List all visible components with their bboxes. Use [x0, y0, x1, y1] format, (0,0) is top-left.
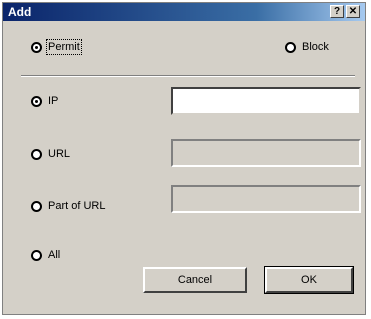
- radio-unselected-icon: [31, 249, 42, 261]
- help-button[interactable]: ?: [330, 5, 344, 18]
- radio-unselected-icon: [285, 41, 296, 53]
- title-bar: Add ? ✕: [3, 3, 365, 21]
- part-of-url-input[interactable]: [173, 187, 359, 211]
- url-label: URL: [48, 148, 71, 160]
- ip-radio[interactable]: IP: [31, 95, 58, 107]
- part-of-url-field[interactable]: [171, 185, 361, 213]
- radio-selected-icon: [31, 95, 42, 107]
- window-title: Add: [8, 5, 32, 19]
- add-dialog: Add ? ✕ Permit Block IP URL Part of URL …: [2, 2, 366, 315]
- all-label: All: [48, 249, 61, 261]
- ip-input[interactable]: [173, 89, 359, 113]
- part-of-url-label: Part of URL: [48, 200, 106, 212]
- permit-radio[interactable]: Permit: [31, 39, 82, 55]
- block-label: Block: [302, 41, 329, 53]
- ok-button[interactable]: OK: [264, 266, 354, 294]
- all-radio[interactable]: All: [31, 249, 60, 261]
- cancel-button[interactable]: Cancel: [143, 267, 247, 293]
- radio-unselected-icon: [31, 148, 42, 160]
- ip-field[interactable]: [171, 87, 361, 115]
- part-of-url-radio[interactable]: Part of URL: [31, 200, 105, 212]
- radio-unselected-icon: [31, 200, 42, 212]
- url-radio[interactable]: URL: [31, 148, 70, 160]
- separator: [21, 75, 355, 77]
- permit-label: Permit: [46, 39, 82, 55]
- url-field[interactable]: [171, 139, 361, 167]
- block-radio[interactable]: Block: [285, 41, 329, 53]
- ip-label: IP: [48, 95, 59, 107]
- url-input[interactable]: [173, 141, 359, 165]
- close-button[interactable]: ✕: [346, 5, 360, 18]
- radio-selected-icon: [31, 41, 42, 53]
